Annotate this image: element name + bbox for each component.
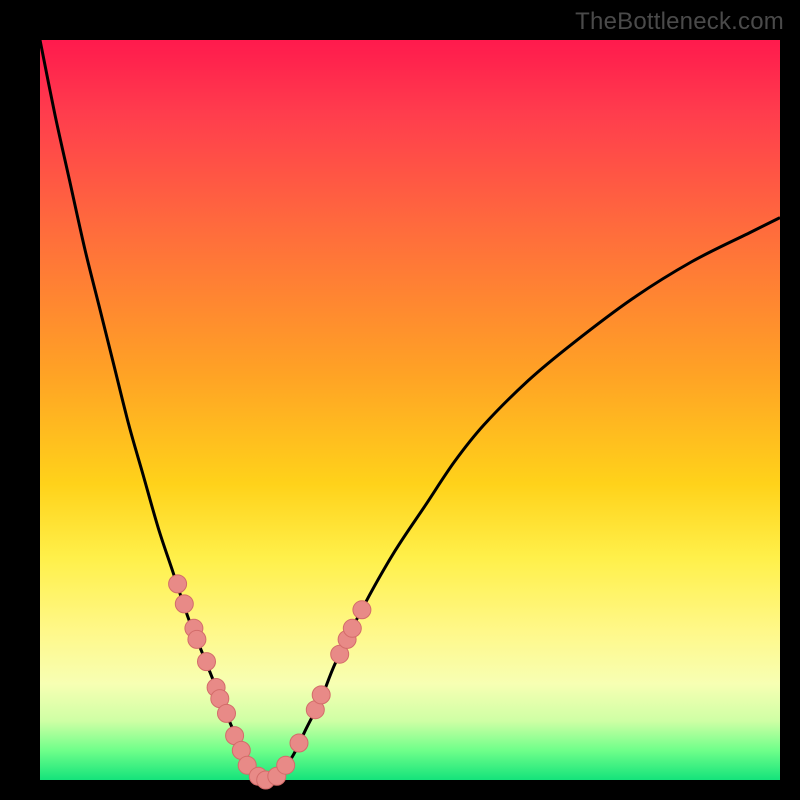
curve-marker	[198, 653, 216, 671]
watermark-text: TheBottleneck.com	[575, 8, 784, 36]
curve-svg	[40, 40, 780, 780]
marker-group	[169, 575, 371, 789]
curve-marker	[353, 601, 371, 619]
curve-marker	[290, 734, 308, 752]
bottleneck-curve	[40, 40, 780, 781]
curve-marker	[169, 575, 187, 593]
curve-marker	[175, 595, 193, 613]
chart-frame: TheBottleneck.com	[0, 0, 800, 800]
curve-marker	[277, 756, 295, 774]
curve-marker	[218, 704, 236, 722]
curve-marker	[343, 619, 361, 637]
plot-area	[40, 40, 780, 780]
curve-marker	[188, 630, 206, 648]
curve-marker	[312, 686, 330, 704]
